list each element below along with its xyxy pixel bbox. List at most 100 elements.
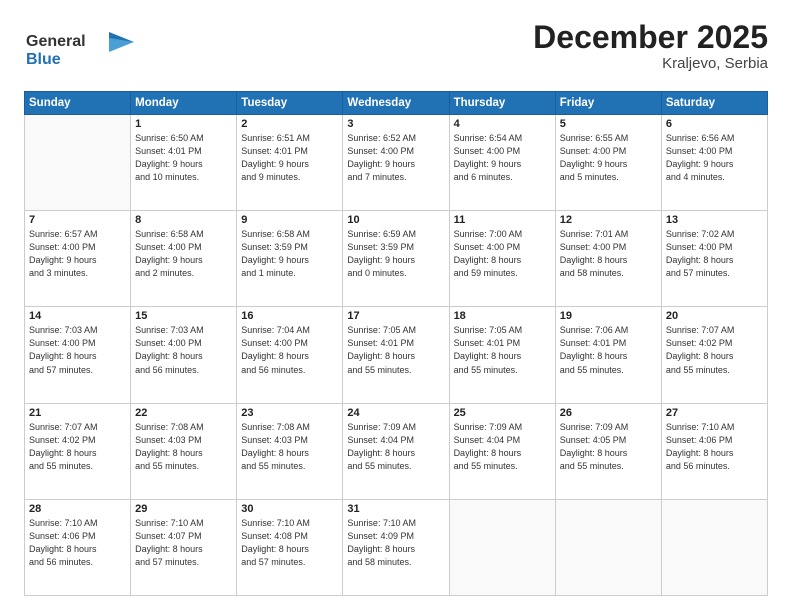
day-number: 5 [560,118,657,130]
calendar-cell: 18 Sunrise: 7:05 AM Sunset: 4:01 PM Dayli… [449,307,555,403]
day-number: 12 [560,214,657,226]
calendar-table: SundayMondayTuesdayWednesdayThursdayFrid… [24,91,768,596]
calendar-cell: 12 Sunrise: 7:01 AM Sunset: 4:00 PM Dayli… [555,211,661,307]
title-block: December 2025 Kraljevo, Serbia [533,20,768,72]
day-number: 18 [454,310,551,322]
day-info: Sunrise: 7:05 AM Sunset: 4:01 PM Dayligh… [347,324,444,376]
weekday-header: Tuesday [237,92,343,115]
weekday-header-row: SundayMondayTuesdayWednesdayThursdayFrid… [25,92,768,115]
day-info: Sunrise: 6:59 AM Sunset: 3:59 PM Dayligh… [347,228,444,280]
calendar-week-row: 14 Sunrise: 7:03 AM Sunset: 4:00 PM Dayli… [25,307,768,403]
day-info: Sunrise: 7:10 AM Sunset: 4:06 PM Dayligh… [29,517,126,569]
day-info: Sunrise: 7:09 AM Sunset: 4:04 PM Dayligh… [454,421,551,473]
calendar-cell [661,499,767,595]
day-info: Sunrise: 6:54 AM Sunset: 4:00 PM Dayligh… [454,132,551,184]
day-info: Sunrise: 6:57 AM Sunset: 4:00 PM Dayligh… [29,228,126,280]
day-number: 27 [666,407,763,419]
calendar-week-row: 1 Sunrise: 6:50 AM Sunset: 4:01 PM Daylig… [25,115,768,211]
calendar-cell: 6Sunrise: 6:56 AM Sunset: 4:00 PM Daylig… [661,115,767,211]
day-info: Sunrise: 7:00 AM Sunset: 4:00 PM Dayligh… [454,228,551,280]
day-info: Sunrise: 7:03 AM Sunset: 4:00 PM Dayligh… [29,324,126,376]
calendar-cell: 26Sunrise: 7:09 AM Sunset: 4:05 PM Dayli… [555,403,661,499]
calendar-cell: 20 Sunrise: 7:07 AM Sunset: 4:02 PM Dayli… [661,307,767,403]
day-number: 24 [347,407,444,419]
weekday-header: Saturday [661,92,767,115]
calendar-cell: 25 Sunrise: 7:09 AM Sunset: 4:04 PM Dayli… [449,403,555,499]
calendar-cell: 15Sunrise: 7:03 AM Sunset: 4:00 PM Dayli… [131,307,237,403]
calendar-cell: 29 Sunrise: 7:10 AM Sunset: 4:07 PM Dayli… [131,499,237,595]
calendar-cell: 19Sunrise: 7:06 AM Sunset: 4:01 PM Dayli… [555,307,661,403]
day-number: 14 [29,310,126,322]
day-info: Sunrise: 7:10 AM Sunset: 4:07 PM Dayligh… [135,517,232,569]
day-info: Sunrise: 7:06 AM Sunset: 4:01 PM Dayligh… [560,324,657,376]
day-number: 30 [241,503,338,515]
day-number: 4 [454,118,551,130]
day-number: 28 [29,503,126,515]
day-info: Sunrise: 6:58 AM Sunset: 3:59 PM Dayligh… [241,228,338,280]
logo: General Blue [24,24,134,79]
svg-text:Blue: Blue [26,51,61,68]
day-info: Sunrise: 7:10 AM Sunset: 4:08 PM Dayligh… [241,517,338,569]
day-info: Sunrise: 6:55 AM Sunset: 4:00 PM Dayligh… [560,132,657,184]
calendar-week-row: 21Sunrise: 7:07 AM Sunset: 4:02 PM Dayli… [25,403,768,499]
day-number: 22 [135,407,232,419]
calendar-cell: 23Sunrise: 7:08 AM Sunset: 4:03 PM Dayli… [237,403,343,499]
day-number: 16 [241,310,338,322]
calendar-cell: 14 Sunrise: 7:03 AM Sunset: 4:00 PM Dayli… [25,307,131,403]
calendar-cell: 17 Sunrise: 7:05 AM Sunset: 4:01 PM Dayli… [343,307,449,403]
day-number: 6 [666,118,763,130]
day-number: 23 [241,407,338,419]
calendar-cell: 8 Sunrise: 6:58 AM Sunset: 4:00 PM Daylig… [131,211,237,307]
day-info: Sunrise: 7:01 AM Sunset: 4:00 PM Dayligh… [560,228,657,280]
day-info: Sunrise: 7:09 AM Sunset: 4:05 PM Dayligh… [560,421,657,473]
day-number: 3 [347,118,444,130]
day-info: Sunrise: 6:58 AM Sunset: 4:00 PM Dayligh… [135,228,232,280]
day-info: Sunrise: 6:50 AM Sunset: 4:01 PM Dayligh… [135,132,232,184]
calendar-cell [25,115,131,211]
calendar-cell: 31Sunrise: 7:10 AM Sunset: 4:09 PM Dayli… [343,499,449,595]
day-info: Sunrise: 7:09 AM Sunset: 4:04 PM Dayligh… [347,421,444,473]
calendar-cell: 28 Sunrise: 7:10 AM Sunset: 4:06 PM Dayli… [25,499,131,595]
day-number: 20 [666,310,763,322]
calendar-cell: 2Sunrise: 6:51 AM Sunset: 4:01 PM Daylig… [237,115,343,211]
svg-text:General: General [26,33,86,50]
day-number: 1 [135,118,232,130]
calendar-cell: 5 Sunrise: 6:55 AM Sunset: 4:00 PM Daylig… [555,115,661,211]
day-info: Sunrise: 7:08 AM Sunset: 4:03 PM Dayligh… [135,421,232,473]
calendar-cell: 22 Sunrise: 7:08 AM Sunset: 4:03 PM Dayli… [131,403,237,499]
calendar-week-row: 7Sunrise: 6:57 AM Sunset: 4:00 PM Daylig… [25,211,768,307]
day-number: 13 [666,214,763,226]
page: General Blue December 2025 Kraljevo, Ser… [0,0,792,612]
calendar-cell: 11 Sunrise: 7:00 AM Sunset: 4:00 PM Dayli… [449,211,555,307]
day-number: 9 [241,214,338,226]
day-number: 10 [347,214,444,226]
day-info: Sunrise: 7:10 AM Sunset: 4:06 PM Dayligh… [666,421,763,473]
day-number: 8 [135,214,232,226]
day-number: 31 [347,503,444,515]
calendar-cell: 3 Sunrise: 6:52 AM Sunset: 4:00 PM Daylig… [343,115,449,211]
day-number: 29 [135,503,232,515]
calendar-cell: 4 Sunrise: 6:54 AM Sunset: 4:00 PM Daylig… [449,115,555,211]
day-info: Sunrise: 7:05 AM Sunset: 4:01 PM Dayligh… [454,324,551,376]
day-info: Sunrise: 7:07 AM Sunset: 4:02 PM Dayligh… [29,421,126,473]
month-title: December 2025 [533,20,768,55]
day-number: 25 [454,407,551,419]
calendar-cell: 7Sunrise: 6:57 AM Sunset: 4:00 PM Daylig… [25,211,131,307]
calendar-cell: 9 Sunrise: 6:58 AM Sunset: 3:59 PM Daylig… [237,211,343,307]
day-number: 11 [454,214,551,226]
calendar-cell: 24 Sunrise: 7:09 AM Sunset: 4:04 PM Dayli… [343,403,449,499]
calendar-cell: 10 Sunrise: 6:59 AM Sunset: 3:59 PM Dayli… [343,211,449,307]
day-info: Sunrise: 6:52 AM Sunset: 4:00 PM Dayligh… [347,132,444,184]
day-number: 17 [347,310,444,322]
header: General Blue December 2025 Kraljevo, Ser… [24,20,768,79]
calendar-cell [555,499,661,595]
day-info: Sunrise: 7:03 AM Sunset: 4:00 PM Dayligh… [135,324,232,376]
day-info: Sunrise: 7:07 AM Sunset: 4:02 PM Dayligh… [666,324,763,376]
day-info: Sunrise: 7:02 AM Sunset: 4:00 PM Dayligh… [666,228,763,280]
calendar-cell: 27 Sunrise: 7:10 AM Sunset: 4:06 PM Dayli… [661,403,767,499]
weekday-header: Wednesday [343,92,449,115]
calendar-cell: 16Sunrise: 7:04 AM Sunset: 4:00 PM Dayli… [237,307,343,403]
calendar-cell: 30 Sunrise: 7:10 AM Sunset: 4:08 PM Dayli… [237,499,343,595]
weekday-header: Friday [555,92,661,115]
day-number: 2 [241,118,338,130]
